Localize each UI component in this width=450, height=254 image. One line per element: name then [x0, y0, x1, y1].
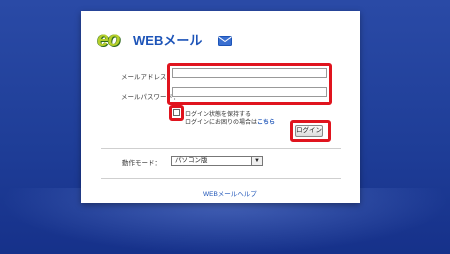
mode-select[interactable]: パソコン版 ▼	[171, 156, 263, 166]
eo-logo-mark: eo	[97, 28, 120, 51]
chevron-down-icon[interactable]: ▼	[251, 157, 262, 165]
login-button-highlight	[290, 120, 331, 142]
login-panel: eo WEBメール メールアドレス： メールパスワード： ログイン状態を保持する…	[81, 11, 360, 203]
eo-webmail-logo: eo WEBメール	[97, 28, 232, 51]
mode-selected-value: パソコン版	[175, 157, 208, 164]
divider-top	[101, 148, 341, 149]
forgot-text: ログインにお困りの場合はこちら	[185, 117, 275, 126]
divider-bottom	[101, 178, 341, 179]
help-link[interactable]: WEBメールヘルプ	[203, 188, 257, 198]
email-label: メールアドレス：	[121, 74, 173, 81]
envelope-icon	[218, 36, 232, 46]
forgot-prefix: ログインにお困りの場合は	[185, 120, 258, 126]
checkbox-highlight	[169, 105, 184, 121]
mode-label: 動作モード：	[122, 160, 161, 167]
service-name: WEBメール	[133, 33, 203, 48]
input-highlight	[167, 63, 332, 105]
forgot-link[interactable]: こちら	[257, 120, 275, 126]
